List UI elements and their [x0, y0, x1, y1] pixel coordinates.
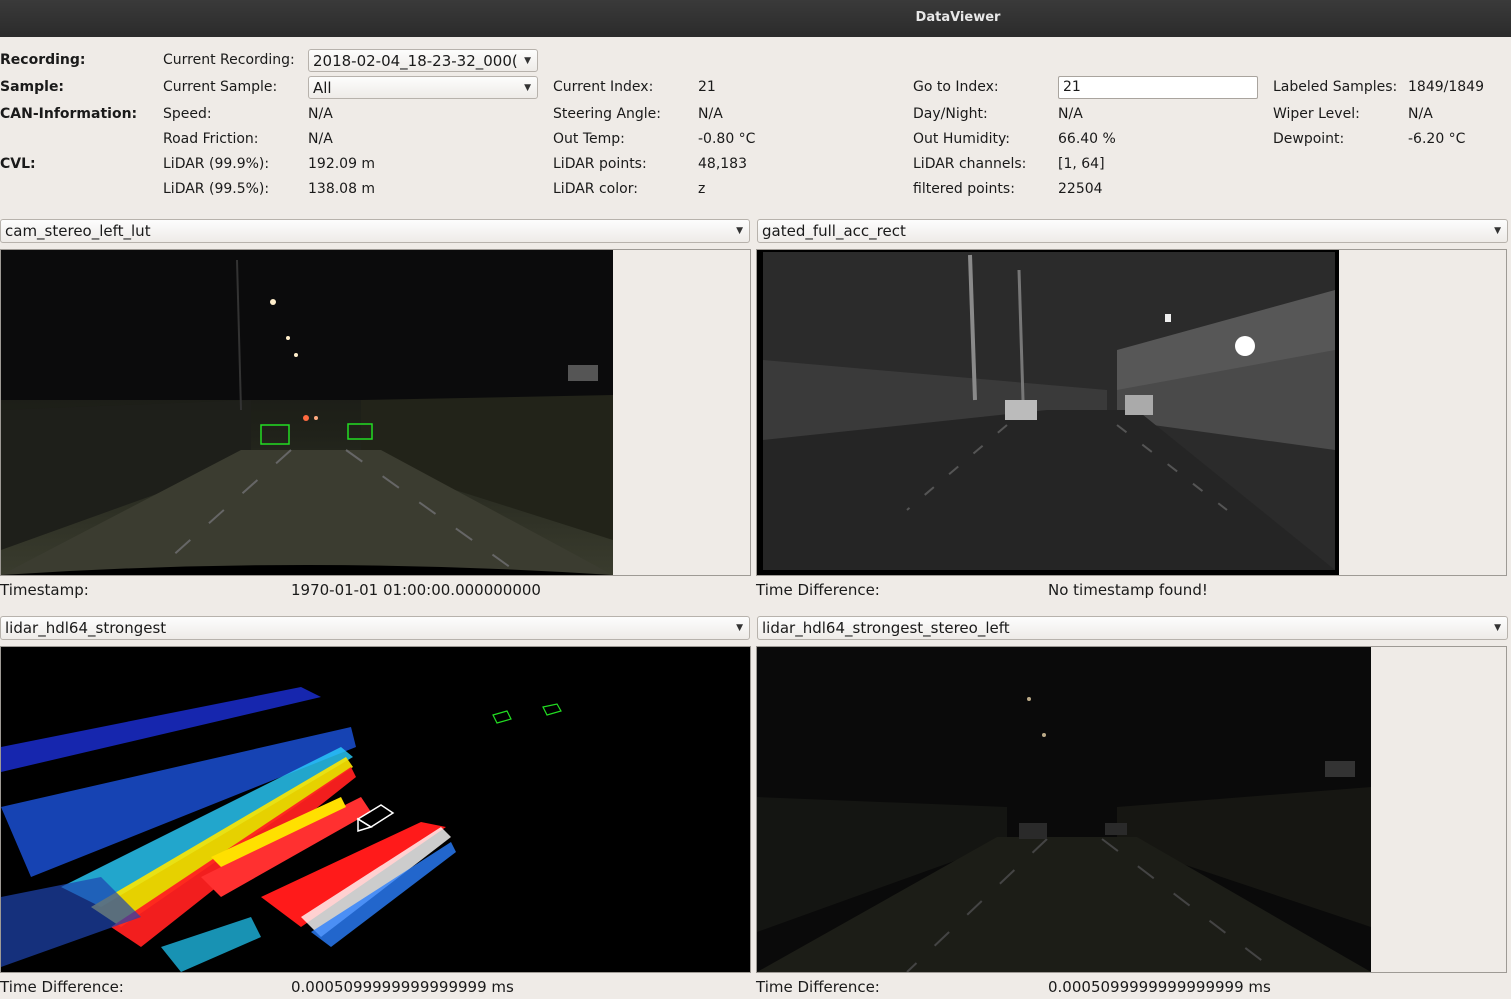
lidarcolor-label: LiDAR color:: [553, 181, 638, 197]
lidarchannels-label: LiDAR channels:: [913, 156, 1027, 172]
outtemp-value: -0.80 °C: [698, 131, 756, 147]
chevron-down-icon: ▼: [736, 623, 743, 633]
lidar995-label: LiDAR (99.5%):: [163, 181, 270, 197]
speed-label: Speed:: [163, 106, 212, 122]
top-left-image-view[interactable]: [0, 249, 751, 576]
bottom-left-footer-label: Time Difference:: [0, 978, 124, 996]
bottom-left-sensor-value: lidar_hdl64_strongest: [5, 619, 167, 637]
bottom-left-footer-value: 0.0005099999999999999 ms: [291, 978, 514, 996]
bottom-right-image-view[interactable]: [756, 646, 1507, 973]
cvl-section-label: CVL:: [0, 156, 36, 172]
top-left-footer-label: Timestamp:: [0, 581, 89, 599]
current-sample-combo[interactable]: All ▼: [308, 76, 538, 99]
sample-section-label: Sample:: [0, 79, 65, 95]
top-left-sensor-select[interactable]: cam_stereo_left_lut ▼: [0, 219, 750, 243]
humidity-value: 66.40 %: [1058, 131, 1116, 147]
chevron-down-icon: ▼: [1494, 623, 1501, 633]
chevron-down-icon: ▼: [524, 83, 531, 93]
lidar999-label: LiDAR (99.9%):: [163, 156, 270, 172]
outtemp-label: Out Temp:: [553, 131, 625, 147]
recording-section-label: Recording:: [0, 52, 86, 68]
goto-index-label: Go to Index:: [913, 79, 999, 95]
top-left-sensor-value: cam_stereo_left_lut: [5, 222, 151, 240]
bottom-right-sensor-select[interactable]: lidar_hdl64_strongest_stereo_left ▼: [757, 616, 1508, 640]
lidar999-value: 192.09 m: [308, 156, 376, 172]
can-section-label: CAN-Information:: [0, 106, 138, 122]
top-right-footer-value: No timestamp found!: [1048, 581, 1208, 599]
friction-value: N/A: [308, 131, 333, 147]
dewpoint-value: -6.20 °C: [1408, 131, 1466, 147]
humidity-label: Out Humidity:: [913, 131, 1011, 147]
daynight-label: Day/Night:: [913, 106, 988, 122]
bottom-left-sensor-select[interactable]: lidar_hdl64_strongest ▼: [0, 616, 750, 640]
friction-label: Road Friction:: [163, 131, 259, 147]
daynight-value: N/A: [1058, 106, 1083, 122]
chevron-down-icon: ▼: [524, 56, 531, 66]
dewpoint-label: Dewpoint:: [1273, 131, 1345, 147]
current-recording-label: Current Recording:: [163, 52, 295, 68]
top-left-footer-value: 1970-01-01 01:00:00.000000000: [291, 581, 541, 599]
bottom-right-footer-label: Time Difference:: [756, 978, 880, 996]
goto-index-input[interactable]: 21: [1058, 76, 1258, 99]
current-sample-value: All: [313, 79, 332, 97]
lidarcolor-value: z: [698, 181, 706, 197]
window-titlebar: DataViewer: [0, 0, 1511, 37]
top-right-sensor-select[interactable]: gated_full_acc_rect ▼: [757, 219, 1508, 243]
current-recording-value: 2018-02-04_18-23-32_000(: [313, 52, 518, 70]
labeled-samples-value: 1849/1849: [1408, 79, 1484, 95]
top-right-image-view[interactable]: [756, 249, 1507, 576]
top-right-sensor-value: gated_full_acc_rect: [762, 222, 906, 240]
wiper-value: N/A: [1408, 106, 1433, 122]
current-sample-label: Current Sample:: [163, 79, 278, 95]
wiper-label: Wiper Level:: [1273, 106, 1360, 122]
stereo-left-image: [757, 647, 1371, 972]
current-recording-combo[interactable]: 2018-02-04_18-23-32_000( ▼: [308, 49, 538, 72]
speed-value: N/A: [308, 106, 333, 122]
lidar-bev-image: [1, 647, 750, 972]
top-right-footer-label: Time Difference:: [756, 581, 880, 599]
steering-label: Steering Angle:: [553, 106, 662, 122]
chevron-down-icon: ▼: [1494, 226, 1501, 236]
window-title: DataViewer: [915, 10, 1001, 25]
camera-image: [1, 250, 613, 575]
current-index-label: Current Index:: [553, 79, 654, 95]
bottom-left-lidar-view[interactable]: [0, 646, 751, 973]
bottom-right-footer-value: 0.0005099999999999999 ms: [1048, 978, 1271, 996]
lidarpoints-value: 48,183: [698, 156, 747, 172]
filtered-label: filtered points:: [913, 181, 1015, 197]
lidar995-value: 138.08 m: [308, 181, 376, 197]
chevron-down-icon: ▼: [736, 226, 743, 236]
steering-value: N/A: [698, 106, 723, 122]
bottom-right-sensor-value: lidar_hdl64_strongest_stereo_left: [762, 619, 1010, 637]
labeled-samples-label: Labeled Samples:: [1273, 79, 1398, 95]
lidarpoints-label: LiDAR points:: [553, 156, 647, 172]
filtered-value: 22504: [1058, 181, 1103, 197]
lidarchannels-value: [1, 64]: [1058, 156, 1105, 172]
gated-image: [757, 250, 1339, 575]
current-index-value: 21: [698, 79, 716, 95]
